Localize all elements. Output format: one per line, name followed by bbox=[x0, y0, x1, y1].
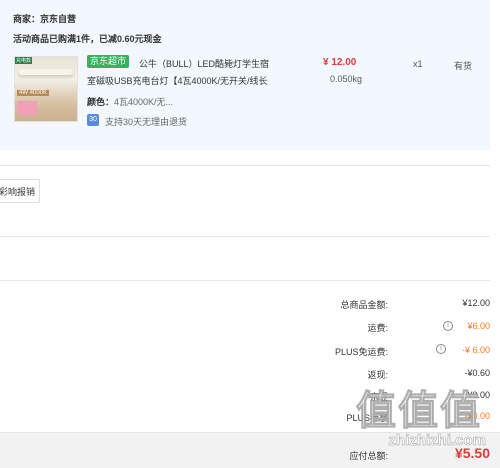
product-quantity: x1 bbox=[413, 59, 423, 69]
supermarket-badge: 京东超市 bbox=[87, 55, 130, 68]
info-icon[interactable]: i bbox=[436, 344, 446, 354]
color-value: 4瓦4000K/无... bbox=[114, 97, 174, 107]
color-label: 颜色： bbox=[87, 97, 115, 107]
total-value: ¥12.00 bbox=[462, 298, 490, 308]
info-icon[interactable]: i bbox=[443, 321, 453, 331]
shop-name[interactable]: 京东自营 bbox=[40, 14, 76, 24]
thumb-decor bbox=[17, 101, 37, 115]
thumb-watt: 4W 4000K bbox=[17, 90, 50, 96]
shop-row: 商家：京东自营 bbox=[13, 12, 76, 25]
pay-total-label: 应付总额: bbox=[349, 451, 388, 461]
divider bbox=[0, 280, 490, 281]
product-title-line2[interactable]: 室磁吸USB充电台灯【4瓦4000K/无开关/线长 bbox=[87, 74, 268, 87]
divider bbox=[0, 236, 490, 237]
divider bbox=[0, 165, 490, 166]
return-policy-text[interactable]: 支持30天无理由退货 bbox=[105, 115, 187, 128]
plus-free-value: -¥ 6.00 bbox=[461, 345, 490, 355]
product-color: 颜色：4瓦4000K/无... bbox=[87, 95, 173, 108]
product-weight: 0.050kg bbox=[330, 74, 363, 84]
product-price: ¥ 12.00 bbox=[323, 57, 357, 68]
total-label: 总商品金额: bbox=[340, 300, 388, 310]
promo-text: 活动商品已购满1件，已减0.60元现金 bbox=[13, 34, 162, 44]
plus-free-label: PLUS免运费: bbox=[334, 347, 388, 357]
return-policy-icon: 30 bbox=[87, 114, 99, 126]
shipping-value: ¥6.00 bbox=[467, 321, 490, 331]
product-thumbnail[interactable]: 充电款 4W 4000K bbox=[14, 56, 78, 122]
stock-status: 有货 bbox=[454, 61, 473, 71]
product-title-line1[interactable]: 公牛（BULL）LED酷毙灯学生宿 bbox=[139, 57, 269, 70]
thumb-tag: 充电款 bbox=[15, 57, 33, 64]
invoice-button[interactable]: 彩响报销 bbox=[0, 179, 40, 203]
shipping-label: 运费: bbox=[367, 323, 388, 333]
lamp-image bbox=[19, 69, 73, 75]
shop-label: 商家： bbox=[13, 14, 41, 24]
cashback-value: -¥0.60 bbox=[464, 368, 490, 378]
watermark-url: zhizhizhi.com bbox=[388, 432, 486, 450]
watermark-logo: 值值值 bbox=[356, 389, 482, 434]
